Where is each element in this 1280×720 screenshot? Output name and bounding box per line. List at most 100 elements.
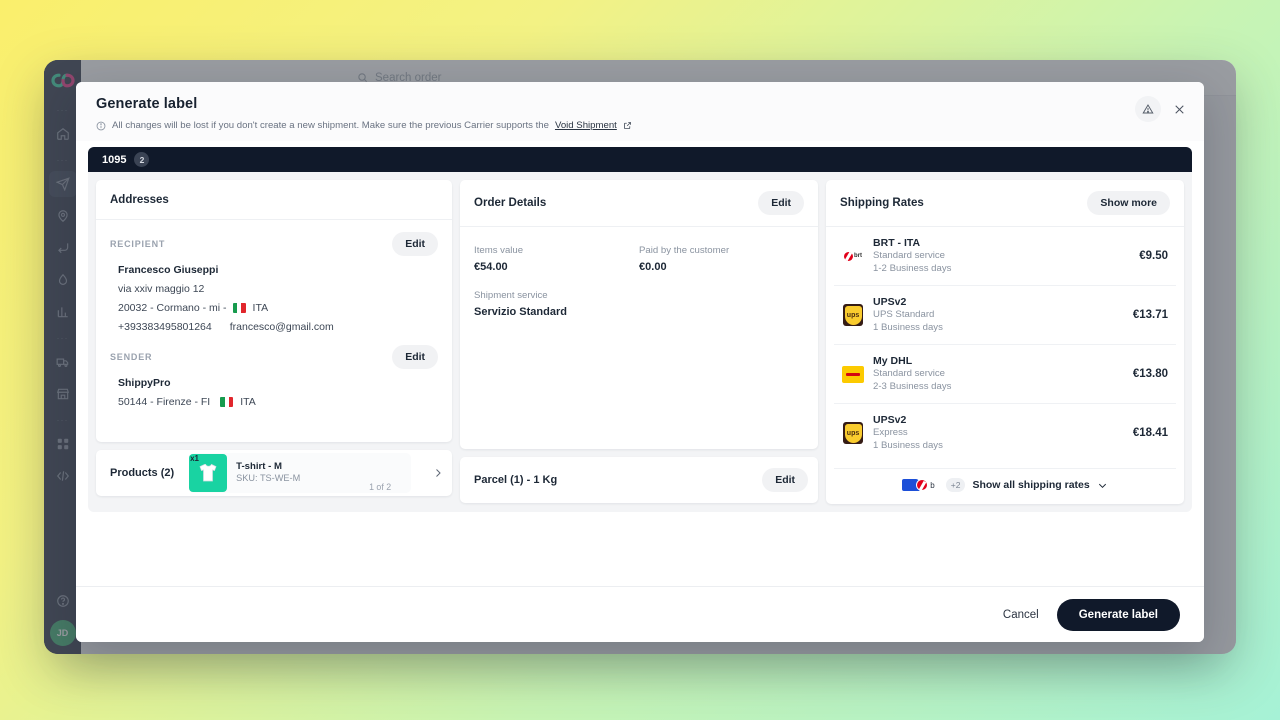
edit-parcel-button[interactable]: Edit bbox=[762, 468, 809, 492]
order-panel: 1095 2 Addresses RECIPIENT Edit Francesc… bbox=[88, 147, 1192, 513]
product-quantity: x1 bbox=[190, 454, 200, 463]
modal-header: Generate label All changes will be lost … bbox=[76, 82, 1204, 141]
rate-price: €13.71 bbox=[1132, 309, 1168, 322]
rate-days: 1 Business days bbox=[873, 440, 943, 452]
recipient-phone: +393383495801264 bbox=[118, 321, 212, 333]
shipment-service-label: Shipment service bbox=[474, 290, 548, 301]
shipping-rates-header: Shipping Rates Show more bbox=[826, 180, 1184, 227]
italy-flag-icon bbox=[232, 303, 246, 313]
ups-logo-icon: ups bbox=[842, 304, 864, 327]
external-link-icon[interactable] bbox=[623, 121, 632, 130]
info-circle-icon bbox=[96, 121, 106, 131]
order-details-card: Order Details Edit Items value €54.00 Pa bbox=[460, 180, 819, 449]
modal-content: 1095 2 Addresses RECIPIENT Edit Francesc… bbox=[76, 141, 1204, 586]
shipment-service-field: Shipment service Servizio Standard bbox=[474, 290, 639, 318]
void-shipment-link[interactable]: Void Shipment bbox=[555, 120, 617, 131]
recipient-contact: +393383495801264 francesco@gmail.com bbox=[118, 321, 438, 333]
recipient-name: Francesco Giuseppi bbox=[118, 264, 219, 276]
paid-by-customer-label: Paid by the customer bbox=[639, 245, 730, 256]
paid-by-customer-field: Paid by the customer €0.00 bbox=[639, 245, 804, 273]
sender-city-line: 50144 - Firenze - FI ITA bbox=[118, 396, 438, 415]
generate-label-modal: Generate label All changes will be lost … bbox=[76, 82, 1204, 642]
shipment-service-value: Servizio Standard bbox=[474, 306, 567, 318]
shipping-rate-row[interactable]: My DHL Standard service 2-3 Business day… bbox=[834, 345, 1176, 405]
rate-service: Express bbox=[873, 427, 908, 439]
recipient-street: via xxiv maggio 12 bbox=[118, 283, 205, 295]
recipient-label: RECIPIENT bbox=[110, 239, 166, 249]
order-details-title: Order Details bbox=[474, 197, 547, 209]
shipping-rate-row[interactable]: ups UPSv2 Express 1 Business days €18.41 bbox=[834, 404, 1176, 462]
rate-carrier: My DHL bbox=[873, 355, 913, 368]
products-card: Products (2) x1 T-shirt - M SKU: TS-WE-M bbox=[96, 450, 453, 496]
show-more-button[interactable]: Show more bbox=[1087, 191, 1170, 215]
shipping-rate-row[interactable]: ups UPSv2 UPS Standard 1 Business days €… bbox=[834, 286, 1176, 346]
parcel-title: Parcel (1) - 1 Kg bbox=[474, 474, 558, 486]
items-value-field: Items value €54.00 bbox=[474, 245, 639, 273]
product-list-item[interactable]: x1 T-shirt - M SKU: TS-WE-M 1 of 2 bbox=[189, 453, 412, 493]
rate-days: 1 Business days bbox=[873, 322, 943, 334]
sender-city-text: 50144 - Firenze - FI bbox=[118, 396, 211, 408]
ups-logo-icon: ups bbox=[842, 422, 864, 445]
recipient-address: Francesco Giuseppi via xxiv maggio 12 20… bbox=[110, 258, 438, 333]
shipping-rates-card: Shipping Rates Show more brt BRT - ITA S… bbox=[826, 180, 1184, 505]
rate-service: Standard service bbox=[873, 368, 946, 380]
addresses-card: Addresses RECIPIENT Edit Francesco Giuse… bbox=[96, 180, 453, 442]
shipping-rates-footer: b +2 Show all shipping rates bbox=[834, 468, 1176, 504]
modal-footer: Cancel Generate label bbox=[76, 586, 1204, 642]
sender-header: SENDER Edit bbox=[110, 343, 439, 371]
warning-triangle-icon[interactable] bbox=[1135, 96, 1161, 122]
order-count-badge: 2 bbox=[134, 152, 150, 167]
edit-sender-button[interactable]: Edit bbox=[392, 345, 439, 369]
order-details-header: Order Details Edit bbox=[460, 180, 819, 227]
order-details-gap bbox=[474, 273, 804, 290]
order-tab[interactable]: 1095 2 bbox=[88, 147, 1192, 172]
products-title: Products (2) bbox=[110, 467, 175, 479]
edit-order-details-button[interactable]: Edit bbox=[758, 191, 805, 215]
sender-name: ShippyPro bbox=[118, 377, 171, 389]
shipping-rates-list: brt BRT - ITA Standard service 1-2 Busin… bbox=[826, 227, 1184, 468]
edit-recipient-button[interactable]: Edit bbox=[392, 232, 439, 256]
order-details-row-values: Items value €54.00 Paid by the customer … bbox=[474, 245, 804, 273]
other-carriers-icons: b bbox=[902, 479, 935, 492]
rate-price: €18.41 bbox=[1132, 427, 1168, 440]
rate-days: 1-2 Business days bbox=[873, 263, 952, 275]
show-all-label: Show all shipping rates bbox=[972, 479, 1090, 492]
column-shipping-rates: Shipping Rates Show more brt BRT - ITA S… bbox=[826, 180, 1184, 505]
shipping-rate-row[interactable]: brt BRT - ITA Standard service 1-2 Busin… bbox=[834, 227, 1176, 287]
rate-info: My DHL Standard service 2-3 Business day… bbox=[873, 354, 1125, 394]
addresses-title: Addresses bbox=[110, 193, 169, 206]
product-name: T-shirt - M bbox=[236, 460, 282, 472]
dhl-logo-icon bbox=[842, 363, 865, 385]
tshirt-icon bbox=[199, 463, 217, 482]
addresses-body: RECIPIENT Edit Francesco Giuseppi via xx… bbox=[96, 220, 452, 442]
modal-header-actions bbox=[1135, 96, 1188, 122]
page-title: Generate label bbox=[96, 96, 198, 112]
rate-service: UPS Standard bbox=[873, 309, 935, 321]
sender-country: ITA bbox=[240, 396, 256, 408]
rate-service: Standard service bbox=[873, 250, 946, 262]
recipient-city-text: 20032 - Cormano - mi - bbox=[118, 302, 227, 314]
modal-notice-text: All changes will be lost if you don't cr… bbox=[112, 120, 549, 131]
recipient-country: ITA bbox=[252, 302, 269, 314]
sender-label: SENDER bbox=[110, 352, 153, 362]
cancel-button[interactable]: Cancel bbox=[1003, 609, 1039, 621]
chevron-down-icon bbox=[1098, 483, 1106, 488]
brt-logo-icon: brt bbox=[842, 245, 865, 268]
rate-info: BRT - ITA Standard service 1-2 Business … bbox=[873, 236, 1131, 276]
show-all-shipping-rates-button[interactable]: Show all shipping rates bbox=[972, 479, 1107, 491]
rate-carrier: BRT - ITA bbox=[873, 237, 921, 249]
addresses-card-header: Addresses bbox=[96, 180, 453, 220]
shipping-rates-title: Shipping Rates bbox=[840, 197, 924, 209]
rate-carrier: UPSv2 bbox=[873, 414, 907, 427]
column-addresses: Addresses RECIPIENT Edit Francesco Giuse… bbox=[96, 180, 453, 504]
recipient-city-line: 20032 - Cormano - mi - ITA bbox=[118, 302, 438, 321]
rate-days: 2-3 Business days bbox=[873, 381, 952, 393]
close-icon[interactable] bbox=[1170, 100, 1188, 118]
italy-flag-icon bbox=[220, 397, 234, 407]
product-thumbnail: x1 bbox=[189, 454, 228, 492]
chevron-right-icon[interactable] bbox=[426, 467, 444, 479]
rate-info: UPSv2 UPS Standard 1 Business days bbox=[873, 295, 1125, 335]
more-carriers-badge: +2 bbox=[945, 478, 966, 493]
generate-label-button[interactable]: Generate label bbox=[1056, 598, 1180, 631]
rate-carrier: UPSv2 bbox=[873, 296, 907, 309]
